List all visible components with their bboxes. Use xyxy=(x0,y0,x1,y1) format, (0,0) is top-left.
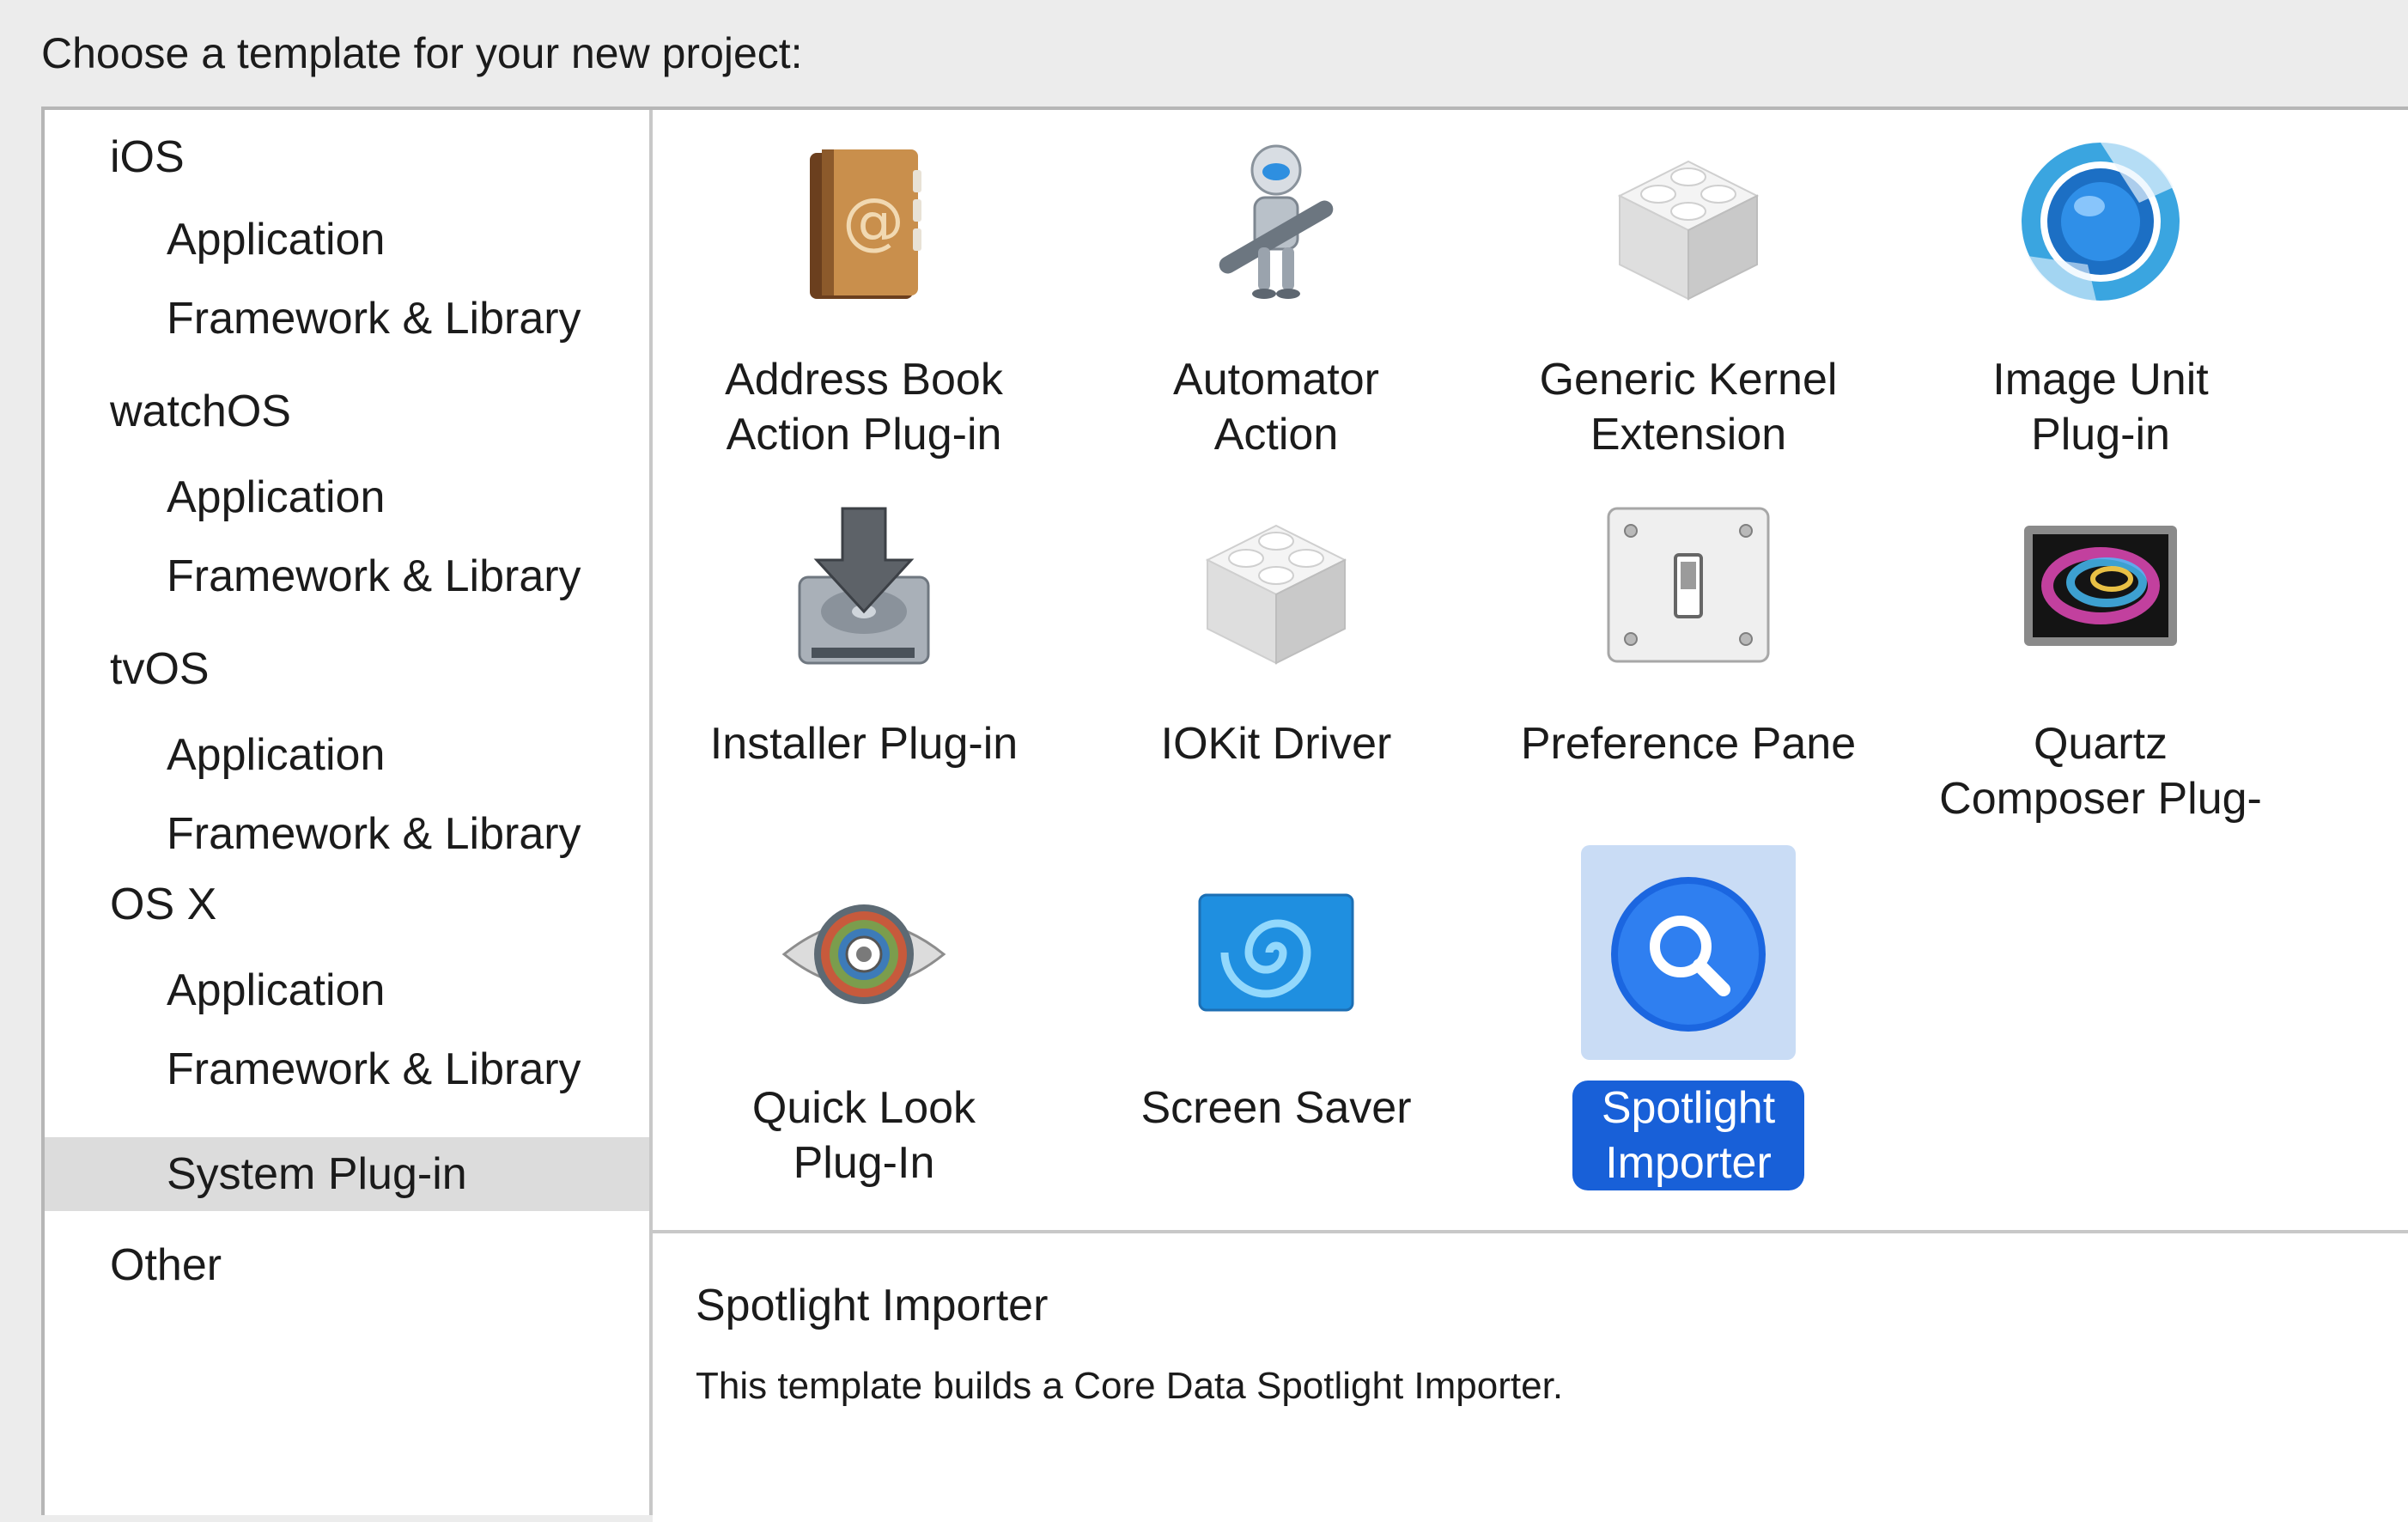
template-label: Screen Saver xyxy=(1140,1083,1412,1133)
template-chooser: iOS Application Framework & Library watc… xyxy=(41,107,2408,1522)
sidebar-item-watchos-framework-library[interactable]: Framework & Library xyxy=(45,539,649,613)
template-label: Image Unit Plug-in xyxy=(1992,355,2209,460)
sidebar-platform-ios[interactable]: iOS xyxy=(45,120,649,194)
template-description-panel: Spotlight Importer This template builds … xyxy=(653,1230,2408,1522)
sidebar-item-tvos-framework-library[interactable]: Framework & Library xyxy=(45,797,649,871)
light-switch-icon xyxy=(1598,500,1779,680)
sidebar-item-watchos-application[interactable]: Application xyxy=(45,460,649,534)
svg-text:@: @ xyxy=(842,185,904,257)
quartz-composer-icon xyxy=(2010,500,2191,680)
sidebar-item-tvos-application[interactable]: Application xyxy=(45,718,649,792)
platform-sidebar: iOS Application Framework & Library watc… xyxy=(45,110,653,1515)
template-screen-saver[interactable]: Screen Saver xyxy=(1070,847,1482,1208)
spotlight-magnifier-icon xyxy=(1598,864,1779,1044)
template-label: Address Book Action Plug-in xyxy=(725,355,1003,460)
template-installer-plugin[interactable]: Installer Plug-in xyxy=(658,483,1070,843)
screen-saver-swirl-icon xyxy=(1186,864,1366,1044)
template-label: Installer Plug-in xyxy=(709,719,1019,769)
template-label: IOKit Driver xyxy=(1160,719,1392,769)
sidebar-platform-other[interactable]: Other xyxy=(45,1228,649,1302)
template-generic-kernel-extension[interactable]: Generic Kernel Extension xyxy=(1482,119,1894,479)
image-unit-aperture-icon xyxy=(2010,136,2191,316)
sidebar-platform-tvos[interactable]: tvOS xyxy=(45,632,649,706)
installer-disk-icon xyxy=(774,500,954,680)
selected-label-pill: Spotlight Importer xyxy=(1572,1081,1805,1190)
template-grid: @ Address Book Action Plug-in Automator … xyxy=(653,110,2408,1230)
template-label: Preference Pane xyxy=(1520,719,1857,769)
template-spotlight-importer[interactable]: Spotlight Importer xyxy=(1482,845,1894,1208)
template-quick-look-plugin[interactable]: Quick Look Plug-In xyxy=(658,847,1070,1208)
template-label: Generic Kernel Extension xyxy=(1539,355,1838,460)
quick-look-eye-icon xyxy=(774,864,954,1044)
automator-robot-icon xyxy=(1186,136,1366,316)
description-text: This template builds a Core Data Spotlig… xyxy=(696,1365,1564,1407)
template-image-unit-plugin[interactable]: Image Unit Plug-in xyxy=(1894,119,2307,479)
template-label: Spotlight Importer xyxy=(1482,1081,1894,1190)
address-book-icon: @ xyxy=(774,136,954,316)
description-title: Spotlight Importer xyxy=(696,1281,1049,1330)
sidebar-item-osx-system-plugin[interactable]: System Plug-in xyxy=(45,1137,649,1211)
template-preference-pane[interactable]: Preference Pane xyxy=(1482,483,1894,843)
sidebar-item-osx-application[interactable]: Application xyxy=(45,953,649,1027)
template-iokit-driver[interactable]: IOKit Driver xyxy=(1070,483,1482,843)
template-quartz-composer-plugin[interactable]: Quartz Composer Plug- xyxy=(1894,483,2307,843)
page-title: Choose a template for your new project: xyxy=(41,29,803,77)
sidebar-platform-osx[interactable]: OS X xyxy=(45,868,649,941)
sidebar-item-ios-application[interactable]: Application xyxy=(45,203,649,277)
sidebar-item-ios-framework-library[interactable]: Framework & Library xyxy=(45,282,649,356)
template-automator-action[interactable]: Automator Action xyxy=(1070,119,1482,479)
template-address-book-action-plugin[interactable]: @ Address Book Action Plug-in xyxy=(658,119,1070,479)
template-label: Automator Action xyxy=(1173,355,1379,460)
sidebar-platform-watchos[interactable]: watchOS xyxy=(45,374,649,448)
lego-brick-icon xyxy=(1186,500,1366,680)
lego-brick-icon xyxy=(1598,136,1779,316)
sidebar-item-osx-framework-library[interactable]: Framework & Library xyxy=(45,1032,649,1106)
template-label: Quartz Composer Plug- xyxy=(1939,719,2262,824)
template-label: Quick Look Plug-In xyxy=(751,1083,976,1188)
